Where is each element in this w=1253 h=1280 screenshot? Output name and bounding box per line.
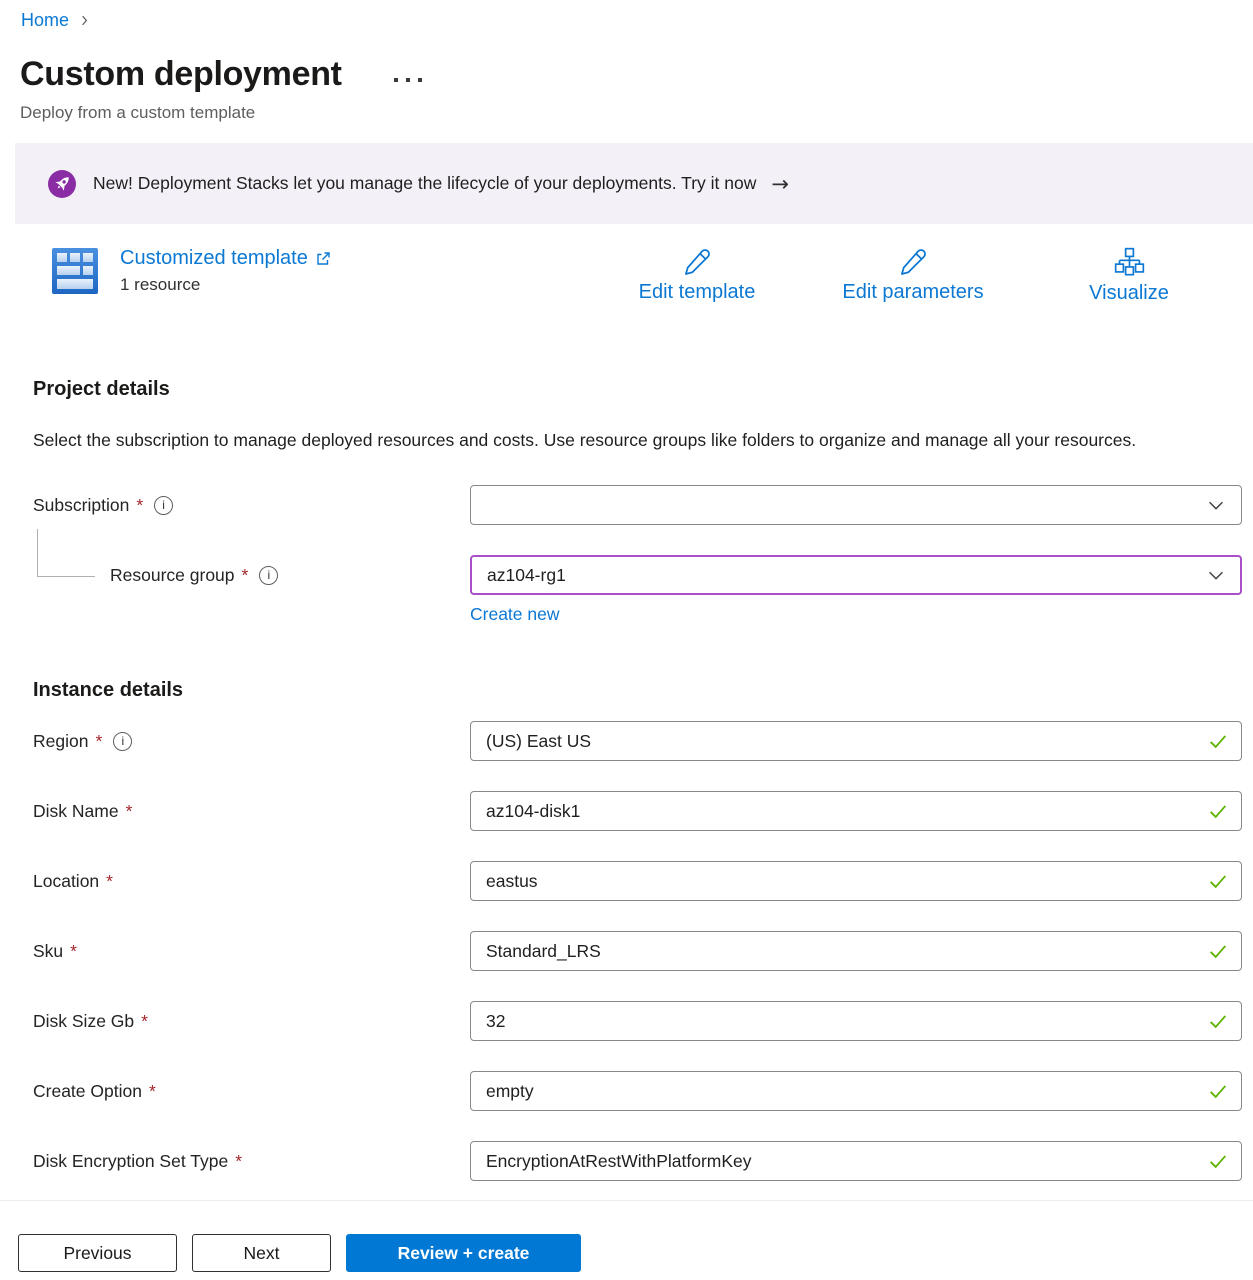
project-details-description: Select the subscription to manage deploy… [33,425,1183,456]
org-chart-icon [1114,247,1145,278]
instance-details-heading: Instance details [33,677,1253,703]
edit-template-label: Edit template [639,281,756,304]
create-new-link[interactable]: Create new [470,604,560,625]
required-marker: * [141,1011,148,1032]
disk-encryption-label: Disk Encryption Set Type [33,1151,228,1172]
resource-group-dropdown[interactable]: az104-rg1 [470,555,1242,595]
required-marker: * [95,731,102,752]
edit-parameters-label: Edit parameters [842,281,983,304]
pencil-icon [898,247,928,277]
wizard-footer: Previous Next Review + create [0,1201,1253,1280]
next-button[interactable]: Next [192,1234,331,1272]
visualize-button[interactable]: Visualize [1021,247,1237,305]
subscription-row: Subscription * i [0,485,1253,525]
location-row: Location * [0,861,1253,901]
resource-count: 1 resource [120,275,331,295]
subscription-dropdown[interactable] [470,485,1242,525]
disk-encryption-row: Disk Encryption Set Type * [0,1141,1253,1181]
sku-label: Sku [33,941,63,962]
required-marker: * [235,1151,242,1172]
review-create-button[interactable]: Review + create [346,1234,581,1272]
info-icon[interactable]: i [154,496,173,515]
resource-group-value: az104-rg1 [487,565,566,586]
page-title: Custom deployment [20,55,342,94]
edit-template-button[interactable]: Edit template [589,247,805,305]
template-actions: Edit template Edit parameters Visualize [589,247,1237,305]
region-input[interactable] [470,721,1242,761]
banner-message: New! Deployment Stacks let you manage th… [93,173,756,194]
location-label: Location [33,871,99,892]
previous-button[interactable]: Previous [18,1234,177,1272]
pencil-icon [682,247,712,277]
rocket-icon [48,170,76,198]
required-marker: * [106,871,113,892]
create-option-input[interactable] [470,1071,1242,1111]
sku-row: Sku * [0,931,1253,971]
chevron-down-icon [1205,494,1227,516]
template-link-label: Customized template [120,247,308,270]
template-icon [51,247,99,295]
template-info: Customized template 1 resource [51,247,331,295]
create-option-label: Create Option [33,1081,142,1102]
required-marker: * [70,941,77,962]
template-bar: Customized template 1 resource Edit temp… [0,247,1253,305]
page-header: Custom deployment [20,55,1253,94]
subscription-label: Subscription [33,495,129,516]
external-link-icon [315,251,331,267]
info-icon[interactable]: i [113,732,132,751]
breadcrumb: Home [0,0,1253,31]
disk-name-label: Disk Name [33,801,119,822]
disk-size-label: Disk Size Gb [33,1011,134,1032]
disk-size-row: Disk Size Gb * [0,1001,1253,1041]
arrow-right-icon: → [771,172,789,196]
deployment-stacks-banner[interactable]: New! Deployment Stacks let you manage th… [15,143,1253,224]
page-subtitle: Deploy from a custom template [20,102,1253,124]
required-marker: * [126,801,133,822]
breadcrumb-home-link[interactable]: Home [21,10,69,31]
resource-group-label: Resource group [110,565,235,586]
info-icon[interactable]: i [259,566,278,585]
region-label: Region [33,731,88,752]
region-row: Region * i [0,721,1253,761]
chevron-down-icon [1205,564,1227,586]
disk-size-input[interactable] [470,1001,1242,1041]
visualize-label: Visualize [1089,282,1169,305]
page-content: Home Custom deployment Deploy from a cus… [0,0,1253,1201]
location-input[interactable] [470,861,1242,901]
project-details-heading: Project details [33,376,1253,402]
required-marker: * [136,495,143,516]
sku-input[interactable] [470,931,1242,971]
disk-encryption-input[interactable] [470,1141,1242,1181]
resource-group-row: Resource group * i az104-rg1 [0,555,1253,595]
required-marker: * [149,1081,156,1102]
create-option-row: Create Option * [0,1071,1253,1111]
customized-template-link[interactable]: Customized template [120,247,331,270]
more-options-icon[interactable] [390,74,426,86]
required-marker: * [242,565,249,586]
edit-parameters-button[interactable]: Edit parameters [805,247,1021,305]
disk-name-input[interactable] [470,791,1242,831]
chevron-right-icon [77,13,92,28]
disk-name-row: Disk Name * [0,791,1253,831]
